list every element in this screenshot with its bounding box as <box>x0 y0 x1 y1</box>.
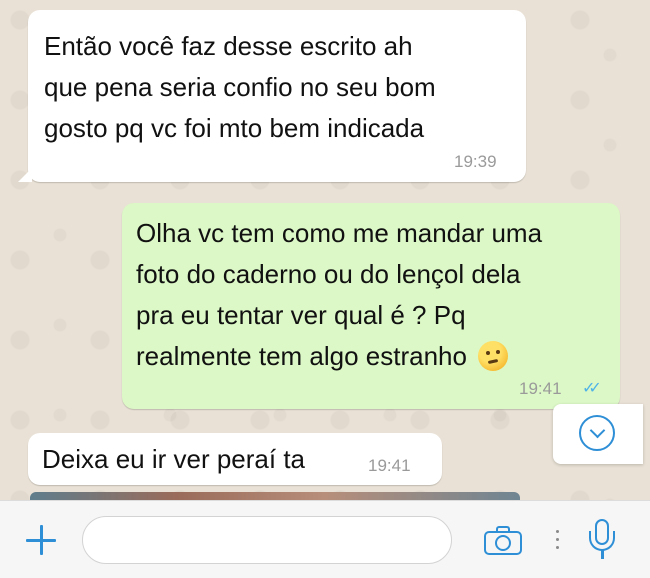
thinking-face-icon <box>478 341 509 371</box>
composer-bar <box>0 500 650 578</box>
message-line: pra eu tentar ver qual é ? Pq <box>136 300 466 330</box>
camera-icon[interactable] <box>484 526 524 556</box>
scroll-to-bottom-button[interactable] <box>553 404 643 464</box>
message-timestamp: 19:39 <box>454 152 497 171</box>
message-incoming[interactable]: Deixa eu ir ver peraí ta 19:41 <box>28 433 442 485</box>
camera-icon-lens <box>495 535 511 551</box>
message-input[interactable] <box>82 516 452 564</box>
chat-background: Então você faz desse escrito ah que pena… <box>0 0 650 500</box>
message-line: Então você faz desse escrito ah <box>44 31 413 61</box>
image-message-preview[interactable] <box>30 492 520 500</box>
mic-icon-stem <box>600 550 604 559</box>
mic-icon[interactable] <box>588 519 616 561</box>
message-line: realmente tem algo estranho <box>136 341 467 371</box>
message-incoming[interactable]: Então você faz desse escrito ah que pena… <box>28 10 526 182</box>
message-timestamp: 19:41 <box>368 456 411 475</box>
plus-icon[interactable] <box>26 525 56 555</box>
message-line-with-emoji: realmente tem algo estranho <box>136 336 509 377</box>
more-dots-icon <box>555 530 561 552</box>
mic-icon-arc <box>589 531 615 551</box>
chevron-down-icon <box>579 415 615 451</box>
bubble-tail <box>18 168 32 182</box>
message-timestamp: 19:41 <box>519 379 562 398</box>
double-check-icon: ✓✓ <box>582 380 602 397</box>
message-line: que pena seria confio no seu bom <box>44 72 436 102</box>
message-line: gosto pq vc foi mto bem indicada <box>44 113 425 143</box>
message-line: Olha vc tem como me mandar uma <box>136 218 543 248</box>
message-outgoing[interactable]: Olha vc tem como me mandar uma foto do c… <box>122 203 620 409</box>
message-line: foto do caderno ou do lençol dela <box>136 259 521 289</box>
message-line: Deixa eu ir ver peraí ta <box>42 444 306 474</box>
